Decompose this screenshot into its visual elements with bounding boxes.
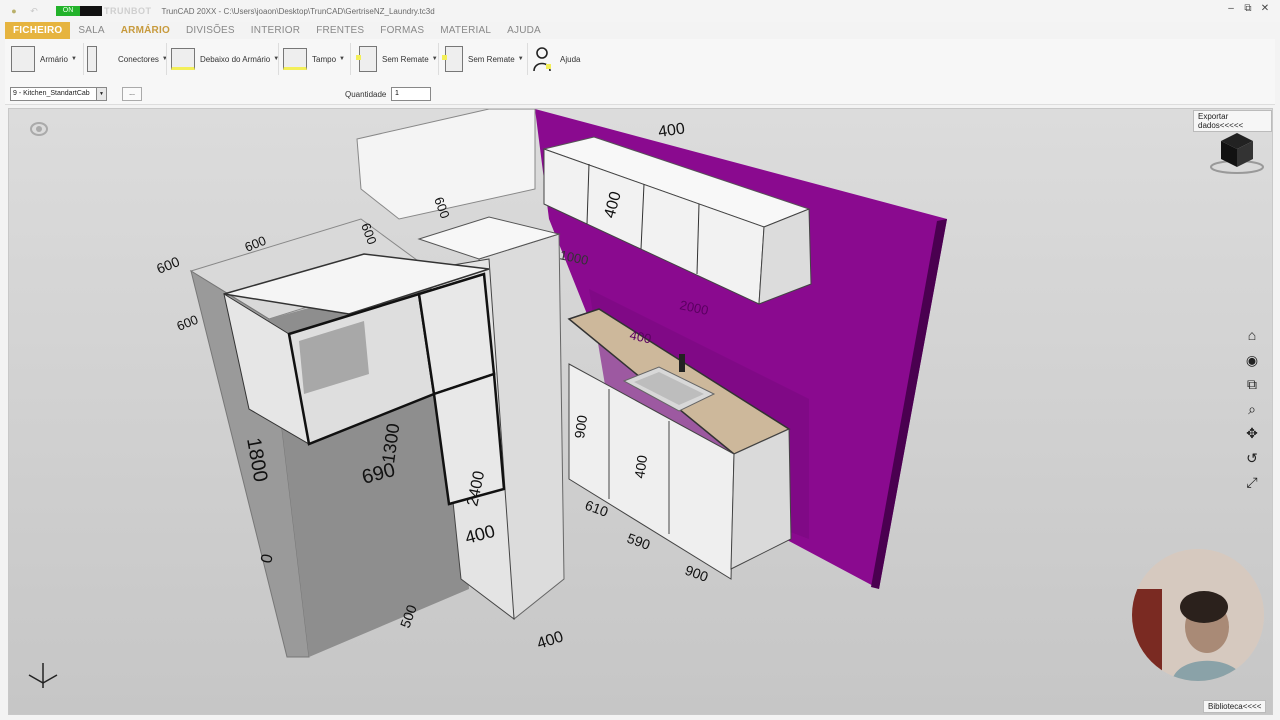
pan-icon[interactable]: ✥	[1243, 424, 1261, 442]
ribbon-separator	[438, 43, 439, 75]
no-trim-right-icon	[442, 46, 463, 72]
sem-remate-label: Sem Remate	[382, 54, 429, 64]
title-bar: ● ↶ ON TRUNBOT TrunCAD 20XX - C:\Users\j…	[0, 0, 1280, 22]
no-trim-left-icon	[356, 46, 377, 72]
presenter-photo	[1132, 549, 1264, 681]
tampo-button[interactable]: Tampo ▼	[283, 45, 345, 73]
home-icon[interactable]: ⌂	[1243, 326, 1261, 344]
armario-button[interactable]: Armário ▼	[11, 45, 77, 73]
cabinet-type-select[interactable]: 9 - Kitchen_StandartCab ▼	[10, 87, 107, 101]
ribbon-separator	[278, 43, 279, 75]
chevron-down-icon[interactable]: ▼	[96, 88, 106, 100]
fit-icon[interactable]: ⤢	[1243, 473, 1261, 491]
chevron-down-icon: ▼	[431, 56, 438, 62]
dimension-label: 400	[657, 120, 686, 141]
off-segment	[80, 6, 102, 16]
rotate-icon[interactable]: ↺	[1243, 449, 1261, 467]
app-logo-icon[interactable]: ●	[8, 5, 20, 17]
brand-label: TRUNBOT	[104, 6, 152, 16]
chevron-down-icon: ▼	[339, 56, 345, 62]
quantity-input[interactable]: 1	[391, 87, 431, 101]
upper-unit-front-2	[417, 272, 496, 396]
menu-frentes[interactable]: FRENTES	[308, 22, 372, 39]
cabinet-icon	[11, 46, 35, 72]
menu-divisoes[interactable]: DIVISÕES	[178, 22, 243, 39]
under-cabinet-icon	[171, 48, 195, 70]
more-options-button[interactable]: ...	[122, 87, 142, 101]
on-label: ON	[56, 6, 80, 16]
dimension-label: 600	[175, 312, 201, 334]
conectores-label: Conectores	[118, 54, 159, 64]
webcam-overlay	[1132, 549, 1264, 681]
dimension-label: 900	[683, 562, 711, 585]
view-cube-icon[interactable]	[1207, 127, 1267, 177]
menu-ajuda[interactable]: AJUDA	[499, 22, 549, 39]
sem-remate-label: Sem Remate	[468, 54, 515, 64]
tampo-label: Tampo	[312, 54, 337, 64]
dimension-label: 900	[571, 414, 590, 440]
sem-remate-left-button[interactable]: Sem Remate ▼	[356, 45, 438, 73]
truncad-window: ● ↶ ON TRUNBOT TrunCAD 20XX - C:\Users\j…	[0, 0, 1280, 720]
ajuda-button[interactable]: Ajuda	[532, 45, 580, 73]
quantity-label: Quantidade	[345, 90, 387, 99]
dimension-label: 590	[625, 530, 653, 553]
view-icon[interactable]: ◉	[1243, 351, 1261, 369]
zoom-icon[interactable]: ⌕	[1243, 400, 1261, 418]
chevron-down-icon: ▼	[71, 56, 77, 62]
ajuda-label: Ajuda	[560, 54, 581, 64]
window-title: TrunCAD 20XX - C:\Users\joaon\Desktop\Tr…	[161, 6, 435, 16]
armario-label: Armário	[40, 54, 69, 64]
dimension-label: 400	[631, 454, 650, 480]
ribbon-toolbar: Armário ▼ Conectores ▼ Debaixo do Armári…	[5, 39, 1275, 105]
dimension-label: 600	[154, 253, 182, 277]
chevron-down-icon: ▼	[517, 56, 524, 62]
minimize-button[interactable]: –	[1224, 3, 1238, 14]
conectores-button[interactable]: Conectores ▼	[87, 45, 168, 73]
help-person-icon	[533, 47, 551, 72]
menu-material[interactable]: MATERIAL	[432, 22, 499, 39]
menu-armario[interactable]: ARMÁRIO	[113, 22, 178, 39]
3d-viewport[interactable]: 400 400 600 600 600 600 600 1300 690 240…	[8, 108, 1273, 715]
menu-formas[interactable]: FORMAS	[372, 22, 432, 39]
connector-icon	[87, 46, 97, 72]
menu-sala[interactable]: SALA	[70, 22, 112, 39]
close-button[interactable]: ✕	[1258, 3, 1272, 14]
debaixo-armario-label: Debaixo do Armário	[200, 54, 271, 64]
axis-indicator-icon	[28, 663, 58, 688]
faucet	[679, 354, 685, 372]
ribbon-separator	[166, 43, 167, 75]
restore-button[interactable]: ⧉	[1241, 3, 1255, 14]
undo-icon[interactable]: ↶	[28, 5, 40, 17]
sem-remate-right-button[interactable]: Sem Remate ▼	[442, 45, 524, 73]
ribbon-separator	[83, 43, 84, 75]
menu-ficheiro[interactable]: FICHEIRO	[5, 22, 71, 39]
library-button[interactable]: Biblioteca<<<<	[1203, 700, 1267, 713]
cabinet-type-value: 9 - Kitchen_StandartCab	[13, 90, 90, 97]
ribbon-separator	[527, 43, 528, 75]
ribbon-separator	[350, 43, 351, 75]
debaixo-armario-button[interactable]: Debaixo do Armário ▼	[171, 45, 279, 73]
on-off-toggle[interactable]: ON	[56, 6, 102, 16]
menu-bar: FICHEIRO SALA ARMÁRIO DIVISÕES INTERIOR …	[0, 22, 1280, 39]
menu-interior[interactable]: INTERIOR	[243, 22, 308, 39]
top-panel-icon	[283, 48, 307, 70]
zoom-window-icon[interactable]: ⧉	[1243, 375, 1261, 393]
kitchen-3d-scene[interactable]: 400 400 600 600 600 600 600 1300 690 240…	[9, 109, 1273, 715]
dimension-label: 400	[535, 628, 566, 652]
